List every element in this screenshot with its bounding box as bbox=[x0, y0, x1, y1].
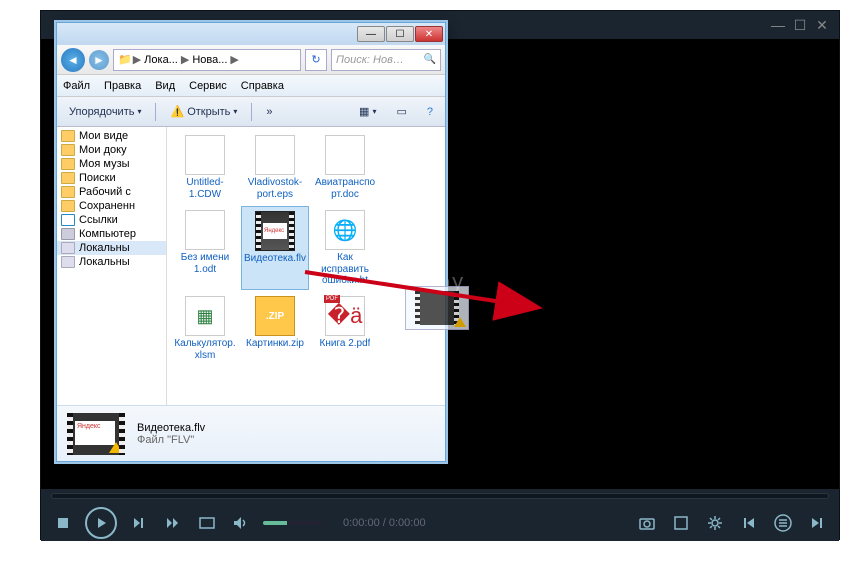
volume-slider[interactable] bbox=[263, 521, 323, 525]
doc-file-icon bbox=[185, 210, 225, 250]
tree-item[interactable]: Поиски bbox=[57, 171, 166, 185]
step-button[interactable] bbox=[161, 511, 185, 535]
playback-time: 0:00:00 / 0:00:00 bbox=[343, 517, 426, 529]
explorer-nav: ◄ ► 📁 ▶ Лока... ▶ Нова... ▶ ↻ Поиск: Нов… bbox=[57, 45, 445, 75]
menu-view[interactable]: Вид bbox=[155, 80, 175, 92]
glob-file-icon: 🌐 bbox=[325, 210, 365, 250]
menu-file[interactable]: Файл bbox=[63, 80, 90, 92]
link-icon bbox=[61, 214, 75, 226]
folder-icon: 📁 bbox=[118, 53, 132, 66]
pdf-file-icon: �ä bbox=[325, 296, 365, 336]
fullscreen-button[interactable] bbox=[195, 511, 219, 535]
details-filetype: Файл "FLV" bbox=[137, 434, 205, 446]
file-item[interactable]: Untitled-1.CDW bbox=[171, 131, 239, 204]
help-button[interactable]: ? bbox=[421, 104, 439, 120]
tree-item[interactable]: Мои доку bbox=[57, 143, 166, 157]
playlist-button[interactable] bbox=[771, 511, 795, 535]
details-pane: Яндекс Видеотека.flv Файл "FLV" bbox=[57, 405, 445, 461]
menu-edit[interactable]: Правка bbox=[104, 80, 141, 92]
player-close-button[interactable]: ✕ bbox=[813, 18, 831, 32]
share-button[interactable]: » bbox=[260, 104, 278, 120]
folder-tree[interactable]: Мои видеМои докуМоя музыПоискиРабочий сС… bbox=[57, 127, 167, 405]
file-item[interactable]: ▦Калькулятор.xlsm bbox=[171, 292, 239, 365]
doc-file-icon bbox=[325, 135, 365, 175]
drive-icon bbox=[61, 256, 75, 268]
view-mode-button[interactable]: ▦ bbox=[353, 103, 382, 120]
volume-icon[interactable] bbox=[229, 511, 253, 535]
explorer-close-button[interactable]: ✕ bbox=[415, 26, 443, 42]
tree-item[interactable]: Ссылки bbox=[57, 213, 166, 227]
tree-item[interactable]: Рабочий с bbox=[57, 185, 166, 199]
doc-file-icon bbox=[185, 135, 225, 175]
playlist-prev-button[interactable] bbox=[737, 511, 761, 535]
menu-bar: Файл Правка Вид Сервис Справка bbox=[57, 75, 445, 97]
flv-file-icon: Яндекс bbox=[255, 211, 295, 251]
details-filename: Видеотека.flv bbox=[137, 422, 205, 434]
next-button[interactable] bbox=[127, 511, 151, 535]
warning-icon: ⚠️ bbox=[170, 105, 184, 118]
seek-bar[interactable] bbox=[51, 493, 829, 499]
file-item[interactable]: 🌐Как исправить ошибки.ht bbox=[311, 206, 379, 290]
player-minimize-button[interactable]: — bbox=[769, 18, 787, 32]
file-item[interactable]: .ZIPКартинки.zip bbox=[241, 292, 309, 365]
explorer-body: Мои видеМои докуМоя музыПоискиРабочий сС… bbox=[57, 127, 445, 405]
playlist-next-button[interactable] bbox=[805, 511, 829, 535]
stop-button[interactable] bbox=[51, 511, 75, 535]
zip-file-icon: .ZIP bbox=[255, 296, 295, 336]
capture-button[interactable] bbox=[635, 511, 659, 535]
drive-icon bbox=[61, 242, 75, 254]
folder-icon bbox=[61, 200, 75, 212]
preview-pane-button[interactable]: ▭ bbox=[390, 103, 412, 120]
xls-file-icon: ▦ bbox=[185, 296, 225, 336]
tree-item[interactable]: Локальны bbox=[57, 241, 166, 255]
tree-item[interactable]: Мои виде bbox=[57, 129, 166, 143]
tree-item[interactable]: Моя музы bbox=[57, 157, 166, 171]
open-button[interactable]: ⚠️ Открыть bbox=[164, 103, 243, 120]
seek-bar-container bbox=[41, 489, 839, 505]
file-item[interactable]: Vladivostok-port.eps bbox=[241, 131, 309, 204]
folder-icon bbox=[61, 144, 75, 156]
folder-icon bbox=[61, 172, 75, 184]
file-item[interactable]: Без имени 1.odt bbox=[171, 206, 239, 290]
doc-file-icon bbox=[255, 135, 295, 175]
details-thumbnail: Яндекс bbox=[67, 413, 125, 455]
folder-icon bbox=[61, 186, 75, 198]
play-button[interactable] bbox=[85, 507, 117, 539]
folder-icon bbox=[61, 130, 75, 142]
tree-item[interactable]: Локальны bbox=[57, 255, 166, 269]
refresh-button[interactable]: ↻ bbox=[305, 49, 327, 71]
organize-button[interactable]: Упорядочить bbox=[63, 104, 147, 120]
address-bar[interactable]: 📁 ▶ Лока... ▶ Нова... ▶ bbox=[113, 49, 301, 71]
player-controls: 0:00:00 / 0:00:00 bbox=[41, 505, 839, 541]
file-item[interactable]: �äКнига 2.pdf bbox=[311, 292, 379, 365]
file-item[interactable]: Авиатранспорт.doc bbox=[311, 131, 379, 204]
explorer-maximize-button[interactable]: ☐ bbox=[386, 26, 414, 42]
explorer-minimize-button[interactable]: — bbox=[357, 26, 385, 42]
file-pane[interactable]: Untitled-1.CDWVladivostok-port.epsАвиатр… bbox=[167, 127, 445, 405]
nav-forward-button[interactable]: ► bbox=[89, 50, 109, 70]
search-input[interactable]: Поиск: Нов… bbox=[331, 49, 441, 71]
explorer-window: — ☐ ✕ ◄ ► 📁 ▶ Лока... ▶ Нова... ▶ ↻ Поис… bbox=[56, 22, 446, 462]
toolbar: Упорядочить ⚠️ Открыть » ▦ ▭ ? bbox=[57, 97, 445, 127]
drag-ghost bbox=[405, 286, 469, 330]
menu-help[interactable]: Справка bbox=[241, 80, 284, 92]
folder-icon bbox=[61, 158, 75, 170]
nav-back-button[interactable]: ◄ bbox=[61, 48, 85, 72]
settings-icon[interactable] bbox=[703, 511, 727, 535]
explorer-titlebar[interactable]: — ☐ ✕ bbox=[57, 23, 445, 45]
menu-tools[interactable]: Сервис bbox=[189, 80, 227, 92]
comp-icon bbox=[61, 228, 75, 240]
player-maximize-button[interactable]: ☐ bbox=[791, 18, 809, 32]
effects-button[interactable] bbox=[669, 511, 693, 535]
tree-item[interactable]: Компьютер bbox=[57, 227, 166, 241]
file-item[interactable]: ЯндексВидеотека.flv bbox=[241, 206, 309, 290]
tree-item[interactable]: Сохраненн bbox=[57, 199, 166, 213]
